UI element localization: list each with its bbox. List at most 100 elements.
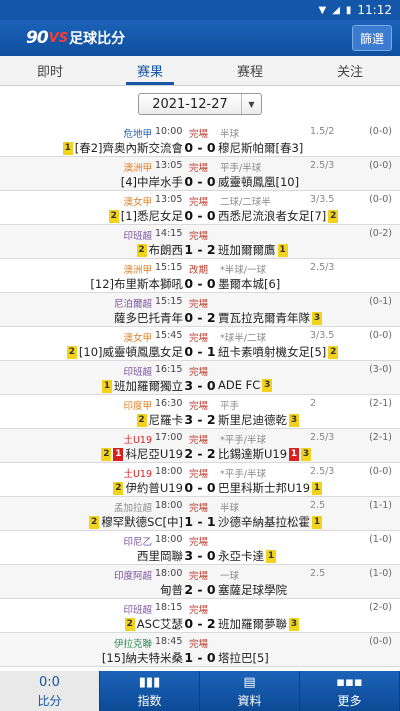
match-score: 0 - 0: [184, 208, 216, 223]
home-team: 1 [春2]齊奥內斯交流會: [62, 140, 183, 156]
handicap: 二球/二球半: [220, 197, 271, 208]
match-row[interactable]: 印度甲 16:30 完場 平手 2 (2-1) 2 尼羅卡 3 - 2 斯里尼迪德…: [0, 395, 400, 429]
match-row[interactable]: 澳洲甲 13:05 完場 平手/半球 2.5/3 (0-0) [4]中岸水手 0…: [0, 157, 400, 191]
home-team-name: [4]中岸水手: [120, 175, 183, 189]
away-team: 紐卡素噴射機女足[5] 2: [218, 344, 339, 360]
match-row[interactable]: 印尼乙 18:00 完場 (1-0) 西里岡聯 3 - 0 永亞卡達 1: [0, 531, 400, 565]
match-row[interactable]: 土U19 18:00 完場 *平手/半球 2.5/3 (0-0) 2 伊約普U19…: [0, 463, 400, 497]
match-row[interactable]: 危地甲 10:00 完場 半球 1.5/2 (0-0) 1 [春2]齊奥內斯交流會…: [0, 123, 400, 157]
match-score: 0 - 0: [184, 276, 216, 291]
tab-results[interactable]: 赛果: [100, 56, 200, 85]
match-row[interactable]: 孟加拉超 18:00 完場 半球 2.5 (1-1) 2 穆罕默德SC[中] 1 …: [0, 497, 400, 531]
away-team: 穆尼斯帕爾[春3]: [218, 140, 303, 156]
match-list[interactable]: 危地甲 10:00 完場 半球 1.5/2 (0-0) 1 [春2]齊奥內斯交流會…: [0, 123, 400, 670]
match-score: 1 - 2: [184, 242, 216, 257]
yellow-card-badge: 2: [113, 481, 124, 495]
match-row[interactable]: 土U19 17:00 完場 *平手/半球 2.5/3 (2-1) 2 1 科尼亞U1…: [0, 429, 400, 463]
league-name: 伊拉克聯: [113, 639, 152, 650]
match-row[interactable]: 印班超 18:15 完場 (2-0) 2 ASC艾瑟 0 - 2 班加羅爾夢聯 3: [0, 599, 400, 633]
match-status: 完場: [189, 299, 209, 310]
match-time: 17:00: [155, 432, 183, 443]
bar-chart-icon: ▮▮▮: [138, 674, 161, 690]
match-row[interactable]: 印班超 16:15 完場 (3-0) 1 班加羅爾獨立 3 - 0 ADE FC 3: [0, 361, 400, 395]
match-time: 18:15: [155, 602, 183, 613]
away-team: 班加羅爾夢聯 3: [218, 616, 299, 632]
away-team-name: 沙德辛納基拉松霍: [218, 515, 310, 529]
handicap: 平手: [220, 401, 240, 412]
date-select[interactable]: 2021-12-27 ▼: [138, 93, 262, 115]
match-row[interactable]: 澳女甲 15:45 完場 *球半/二球 3/3.5 (0-0) 2 [10]威靈頓…: [0, 327, 400, 361]
match-status: 完場: [189, 605, 209, 616]
match-time: 13:05: [155, 160, 183, 171]
match-row[interactable]: 伊拉克聯 18:45 完場 (0-0) [15]納夫特米桑 1 - 0 塔拉巴[…: [0, 633, 400, 667]
match-row[interactable]: 印班超 14:15 完場 (0-2) 2 布朗西 1 - 2 班加爾爾鷹 1: [0, 225, 400, 259]
match-status: 完場: [189, 469, 209, 480]
red-card-badge: 1: [289, 447, 300, 461]
match-time: 15:15: [155, 296, 183, 307]
home-team-name: 伊約普U19: [125, 481, 183, 495]
tab-schedule[interactable]: 赛程: [200, 56, 300, 85]
match-score: 1 - 0: [184, 650, 216, 665]
yellow-card-badge: 3: [301, 447, 312, 461]
match-row[interactable]: 尼泊爾超 15:15 完場 (0-1) 薩多巴托青年 0 - 2 賈瓦拉克爾青年…: [0, 293, 400, 327]
match-row[interactable]: 印度阿超 18:00 完場 一球 2.5 (1-0) 甸普 2 - 0 塞薩足球…: [0, 565, 400, 599]
over-under: 2.5/3: [310, 466, 335, 477]
match-score: 0 - 2: [184, 310, 216, 325]
match-row[interactable]: 澳女甲 13:05 完場 二球/二球半 3/3.5 (0-0) 2 [1]悉尼女足…: [0, 191, 400, 225]
match-score: 3 - 0: [184, 548, 216, 563]
away-team-name: 班加羅爾夢聯: [218, 617, 287, 631]
match-status: 完場: [189, 231, 209, 242]
halftime-score: (3-0): [369, 364, 392, 375]
match-score: 0 - 0: [184, 174, 216, 189]
away-team-name: 永亞卡達: [218, 549, 264, 563]
away-team-name: 塔拉巴[5]: [218, 651, 269, 665]
app-logo: 90 VS 足球比分: [26, 28, 125, 48]
halftime-score: (0-0): [369, 126, 392, 137]
nav-index[interactable]: ▮▮▮ 指数: [100, 671, 200, 711]
match-score: 0 - 1: [184, 344, 216, 359]
match-time: 18:00: [155, 500, 183, 511]
handicap: *半球/一球: [220, 265, 266, 276]
handicap: *平手/半球: [220, 435, 266, 446]
league-name: 澳洲甲: [123, 163, 152, 174]
league-name: 印班超: [123, 605, 152, 616]
over-under: 2.5/3: [310, 432, 335, 443]
home-team: [12]布里斯本獅吼: [90, 276, 183, 292]
away-team: ADE FC 3: [218, 378, 273, 392]
home-team: [15]納夫特米桑: [102, 650, 183, 666]
match-row[interactable]: 澳洲甲 15:15 改期 *半球/一球 2.5/3 [12]布里斯本獅吼 0 -…: [0, 259, 400, 293]
away-team-name: 西悉尼流浪者女足[7]: [218, 209, 327, 223]
match-score: 2 - 2: [184, 446, 216, 461]
match-status: 完場: [189, 163, 209, 174]
yellow-card-badge: 2: [328, 209, 339, 223]
nav-data[interactable]: ▤ 資料: [200, 671, 300, 711]
nav-more[interactable]: ▪▪▪ 更多: [300, 671, 400, 711]
document-icon: ▤: [243, 674, 256, 690]
match-status: 完場: [189, 639, 209, 650]
tab-follow[interactable]: 关注: [300, 56, 400, 85]
match-row[interactable]: 伊拉克聯 19:00 完場 (0-1) [14]紐羅茲IRQ 0 - 1 迪瓦尼…: [0, 667, 400, 670]
tab-live[interactable]: 即时: [0, 56, 100, 85]
yellow-card-badge: 1: [312, 515, 322, 529]
handicap: 一球: [220, 571, 240, 582]
league-name: 澳洲甲: [123, 265, 152, 276]
nav-score[interactable]: 0:0 比分: [0, 671, 100, 711]
over-under: 2.5/3: [310, 160, 335, 171]
match-score: 2 - 0: [184, 582, 216, 597]
halftime-score: (0-0): [369, 636, 392, 647]
home-team: [4]中岸水手: [121, 174, 183, 190]
league-name: 印度甲: [123, 401, 152, 412]
halftime-score: (1-0): [369, 534, 392, 545]
match-time: 18:00: [155, 466, 183, 477]
wifi-icon: ▼: [318, 4, 327, 16]
app-bar: 90 VS 足球比分 篩選: [0, 20, 400, 56]
handicap: 平手/半球: [220, 163, 262, 174]
over-under: 3/3.5: [310, 194, 335, 205]
yellow-card-badge: 3: [262, 378, 273, 392]
yellow-card-badge: 2: [124, 617, 135, 631]
filter-button[interactable]: 篩選: [352, 25, 392, 51]
match-status: 完場: [189, 571, 209, 582]
league-name: 澳女甲: [123, 197, 152, 208]
league-name: 土U19: [123, 435, 152, 446]
match-status: 完場: [189, 503, 209, 514]
